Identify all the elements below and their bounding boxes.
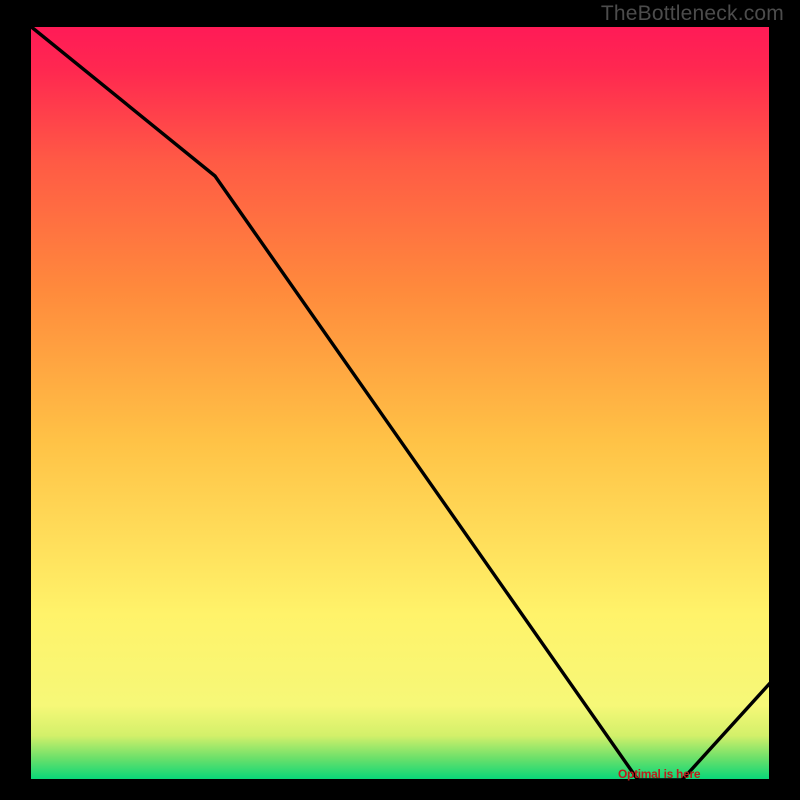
chart-gradient-bg xyxy=(29,25,771,781)
chart-frame xyxy=(15,25,785,795)
chart-svg xyxy=(29,25,771,781)
watermark-text: TheBottleneck.com xyxy=(601,2,784,26)
optimal-annotation: Optimal is here xyxy=(618,767,700,781)
chart-plot-area xyxy=(29,25,771,781)
